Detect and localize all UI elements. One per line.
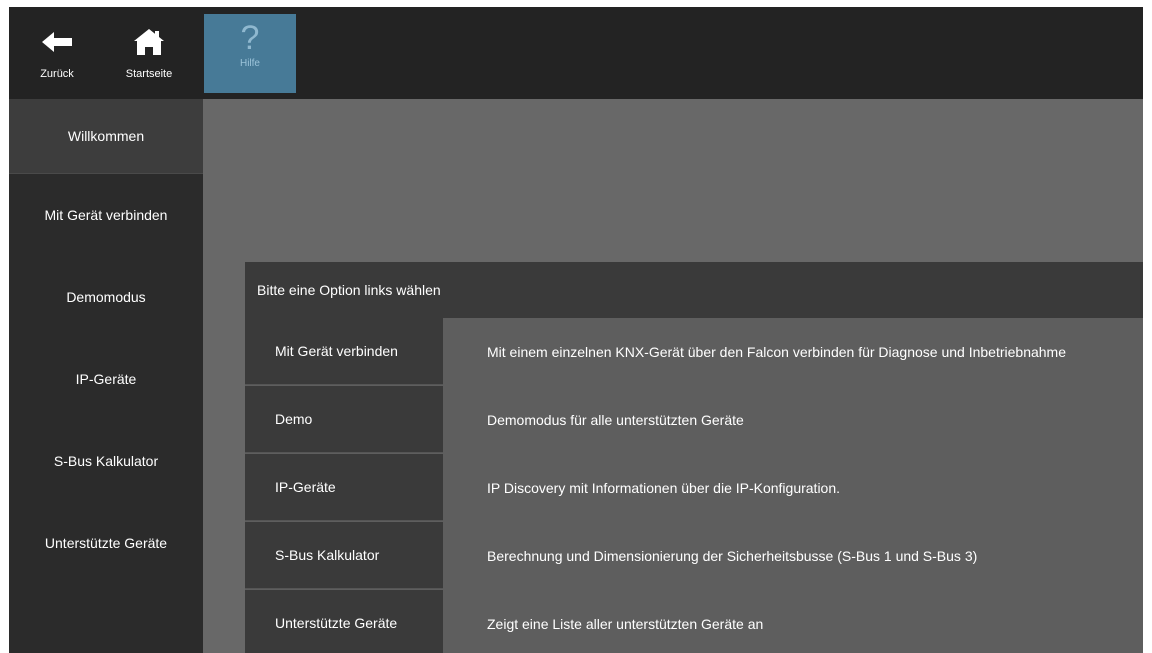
home-icon [134,22,164,62]
back-label: Zurück [40,68,74,80]
back-button[interactable]: Zurück [27,14,87,99]
help-button[interactable]: ? Hilfe [204,14,296,93]
app-window: Zurück Startseite ? Hilfe Willkommen Mit… [9,7,1143,653]
sidebar-item-ip-geraete[interactable]: IP-Geräte [9,338,203,420]
option-row: Unterstützte Geräte Zeigt eine Liste all… [245,590,1143,653]
toolbar: Zurück Startseite ? Hilfe [9,7,1143,99]
home-label: Startseite [125,68,173,80]
question-mark-icon: ? [240,18,260,57]
sidebar: Willkommen Mit Gerät verbinden Demomodus… [9,99,203,653]
sidebar-item-unterstuetzte-geraete[interactable]: Unterstützte Geräte [9,502,203,584]
option-description: Zeigt eine Liste aller unterstützten Ger… [487,615,764,632]
home-button[interactable]: Startseite [114,14,184,99]
option-button-demo[interactable]: Demo [245,386,443,453]
option-row: IP-Geräte IP Discovery mit Informationen… [245,454,1143,522]
sidebar-item-s-bus-kalkulator[interactable]: S-Bus Kalkulator [9,420,203,502]
sidebar-item-label: S-Bus Kalkulator [53,453,159,469]
sidebar-item-willkommen[interactable]: Willkommen [9,99,203,174]
option-row: S-Bus Kalkulator Berechnung und Dimensio… [245,522,1143,590]
option-button-unterstuetzte-geraete[interactable]: Unterstützte Geräte [245,590,443,653]
sidebar-item-label: Unterstützte Geräte [44,535,168,551]
option-row: Demo Demomodus für alle unterstützten Ge… [245,386,1143,454]
option-description: Mit einem einzelnen KNX-Gerät über den F… [487,343,1067,360]
option-button-mit-geraet-verbinden[interactable]: Mit Gerät verbinden [245,318,443,385]
help-label: Hilfe [239,58,260,69]
main-content: Bitte eine Option links wählen Mit Gerät… [203,99,1143,653]
sidebar-item-label: IP-Geräte [75,371,137,387]
options-list: Mit Gerät verbinden Mit einem einzelnen … [245,318,1143,653]
option-description: Berechnung und Dimensionierung der Siche… [487,547,978,564]
sidebar-item-label: Demomodus [66,289,146,305]
option-row: Mit Gerät verbinden Mit einem einzelnen … [245,318,1143,386]
option-button-s-bus-kalkulator[interactable]: S-Bus Kalkulator [245,522,443,589]
sidebar-item-label: Willkommen [67,128,145,144]
arrow-left-icon [42,22,72,62]
option-description: IP Discovery mit Informationen über die … [487,479,841,496]
sidebar-item-demomodus[interactable]: Demomodus [9,256,203,338]
option-button-ip-geraete[interactable]: IP-Geräte [245,454,443,521]
sidebar-item-mit-geraet-verbinden[interactable]: Mit Gerät verbinden [9,174,203,256]
option-description: Demomodus für alle unterstützten Geräte [487,411,744,428]
panel-header: Bitte eine Option links wählen [245,262,1143,318]
sidebar-item-label: Mit Gerät verbinden [44,207,168,223]
